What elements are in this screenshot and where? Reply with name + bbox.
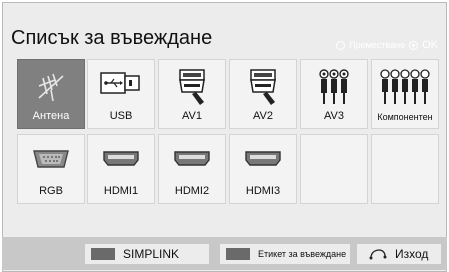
input-label: Антена	[32, 110, 70, 122]
green-key-icon	[226, 248, 250, 260]
hdmi-icon	[245, 151, 281, 166]
input-label: HDMI2	[174, 185, 210, 197]
input-label: AV3	[324, 110, 344, 122]
hdmi-icon	[174, 151, 210, 166]
input-tile-av2[interactable]: AV2	[229, 59, 297, 129]
empty-tile	[300, 134, 368, 204]
input-tile-antenna[interactable]: Антена	[17, 59, 85, 129]
scart-icon	[179, 69, 205, 105]
exit-button[interactable]: Изход	[357, 244, 441, 264]
empty-tile	[371, 134, 439, 204]
hdmi-icon	[103, 151, 139, 166]
simplink-button[interactable]: SIMPLINK	[85, 244, 209, 264]
input-tile-usb[interactable]: USB	[87, 59, 155, 129]
exit-label: Изход	[395, 247, 429, 261]
hint-ok-label: OK	[422, 39, 438, 51]
input-tile-rgb[interactable]: RGB	[17, 134, 85, 204]
input-label-button[interactable]: Етикет за въвеждане	[220, 244, 350, 264]
footer-bar: SIMPLINK Етикет за въвеждане Изход	[2, 237, 447, 270]
page-title: Списък за въвеждане	[11, 27, 213, 49]
ok-icon	[409, 40, 419, 50]
rca-component-icon	[380, 69, 430, 104]
input-label: AV1	[182, 110, 202, 122]
input-label: Компонентен	[377, 112, 433, 122]
input-label: AV2	[253, 110, 273, 122]
usb-icon	[100, 72, 140, 94]
move-icon	[336, 40, 346, 50]
vga-icon	[33, 150, 69, 168]
antenna-icon	[38, 73, 64, 102]
input-label: HDMI3	[245, 185, 281, 197]
input-tile-hdmi2[interactable]: HDMI2	[158, 134, 226, 204]
input-label: RGB	[39, 185, 63, 197]
input-label-text: Етикет за въвеждане	[258, 249, 347, 259]
input-label: HDMI1	[103, 185, 139, 197]
scart-icon	[250, 69, 276, 105]
input-tile-hdmi3[interactable]: HDMI3	[229, 134, 297, 204]
input-label: USB	[109, 110, 133, 122]
simplink-label: SIMPLINK	[123, 247, 180, 261]
return-icon	[369, 249, 387, 260]
input-tile-hdmi1[interactable]: HDMI1	[87, 134, 155, 204]
hint-move-label: Преместване	[349, 40, 406, 50]
red-key-icon	[91, 248, 115, 260]
input-tile-av3[interactable]: AV3	[300, 59, 368, 129]
input-tile-component[interactable]: Компонентен	[371, 59, 439, 129]
input-tile-av1[interactable]: AV1	[158, 59, 226, 129]
rca-composite-icon	[319, 69, 349, 104]
navigation-hints: Преместване OK	[336, 39, 438, 51]
